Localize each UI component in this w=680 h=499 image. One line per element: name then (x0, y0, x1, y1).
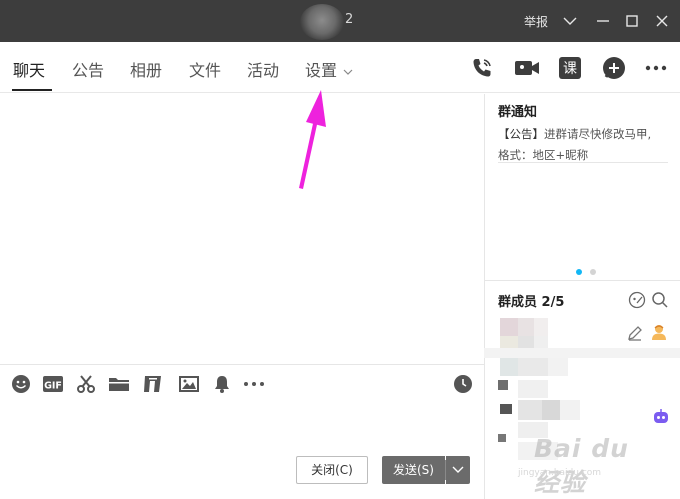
group-notice-title: 群通知 (498, 105, 538, 120)
chat-message-area[interactable] (0, 94, 484, 364)
music-icon[interactable] (142, 374, 164, 394)
minimize-icon[interactable] (594, 12, 612, 30)
folder-icon[interactable] (108, 374, 130, 394)
members-header: 群成员 2/5 (498, 291, 564, 310)
carousel-dot[interactable] (590, 269, 596, 275)
tab-settings-label: 设置 (305, 61, 338, 80)
phone-call-icon[interactable] (470, 56, 494, 80)
bell-icon[interactable] (212, 374, 234, 394)
carousel-dot-active[interactable] (576, 269, 582, 275)
send-button[interactable]: 发送(S) (382, 456, 445, 484)
image-icon[interactable] (178, 374, 200, 394)
chevron-down-icon (452, 466, 464, 473)
notice-tag: 【公告】 (498, 127, 544, 141)
more-icon[interactable] (644, 56, 668, 80)
tab-activity[interactable]: 活动 (247, 61, 279, 81)
notice-divider (498, 162, 668, 163)
video-call-icon[interactable] (514, 56, 539, 80)
close-icon[interactable] (653, 12, 671, 30)
notice-line-1: 进群请尽快修改马甲, (544, 127, 652, 141)
group-notice-content[interactable]: 【公告】进群请尽快修改马甲, 格式：地区+昵称 (498, 124, 670, 166)
report-link[interactable]: 举报 (524, 13, 548, 30)
members-divider (485, 280, 680, 281)
notice-line-2: 格式：地区+昵称 (498, 148, 589, 162)
scissors-icon[interactable] (76, 374, 98, 394)
message-input[interactable] (0, 400, 484, 450)
input-toolbar (0, 365, 484, 401)
tab-album[interactable]: 相册 (130, 61, 162, 81)
tab-files[interactable]: 文件 (189, 61, 221, 81)
member-list-redacted (484, 318, 680, 460)
gif-label: GIF (44, 381, 62, 392)
emoji-icon[interactable] (11, 374, 33, 394)
active-tab-indicator (12, 89, 52, 91)
tab-settings[interactable]: 设置 (305, 61, 353, 81)
tab-chat[interactable]: 聊天 (13, 61, 45, 81)
send-options-button[interactable] (446, 456, 470, 484)
members-title: 群成员 (498, 295, 538, 310)
search-icon[interactable] (651, 291, 669, 309)
more-icon[interactable] (243, 374, 265, 394)
course-icon[interactable]: 课 (558, 56, 582, 80)
gif-icon[interactable]: GIF (42, 374, 64, 394)
member-manage-icon[interactable] (628, 291, 646, 309)
chevron-down-icon (343, 69, 353, 75)
close-button[interactable]: 关闭(C) (296, 456, 368, 484)
chevron-down-icon[interactable] (561, 12, 579, 30)
add-app-icon[interactable] (602, 56, 626, 80)
window-title: 2 (345, 12, 354, 27)
maximize-icon[interactable] (623, 12, 641, 30)
tab-bar: 聊天 公告 相册 文件 活动 设置 课 (0, 42, 680, 93)
members-count: 2/5 (541, 295, 565, 310)
group-avatar-blurred (300, 4, 344, 40)
history-clock-icon[interactable] (453, 374, 475, 394)
title-bar: 2 举报 (0, 0, 680, 42)
tab-announcement[interactable]: 公告 (72, 61, 104, 81)
course-glyph: 课 (563, 61, 577, 77)
